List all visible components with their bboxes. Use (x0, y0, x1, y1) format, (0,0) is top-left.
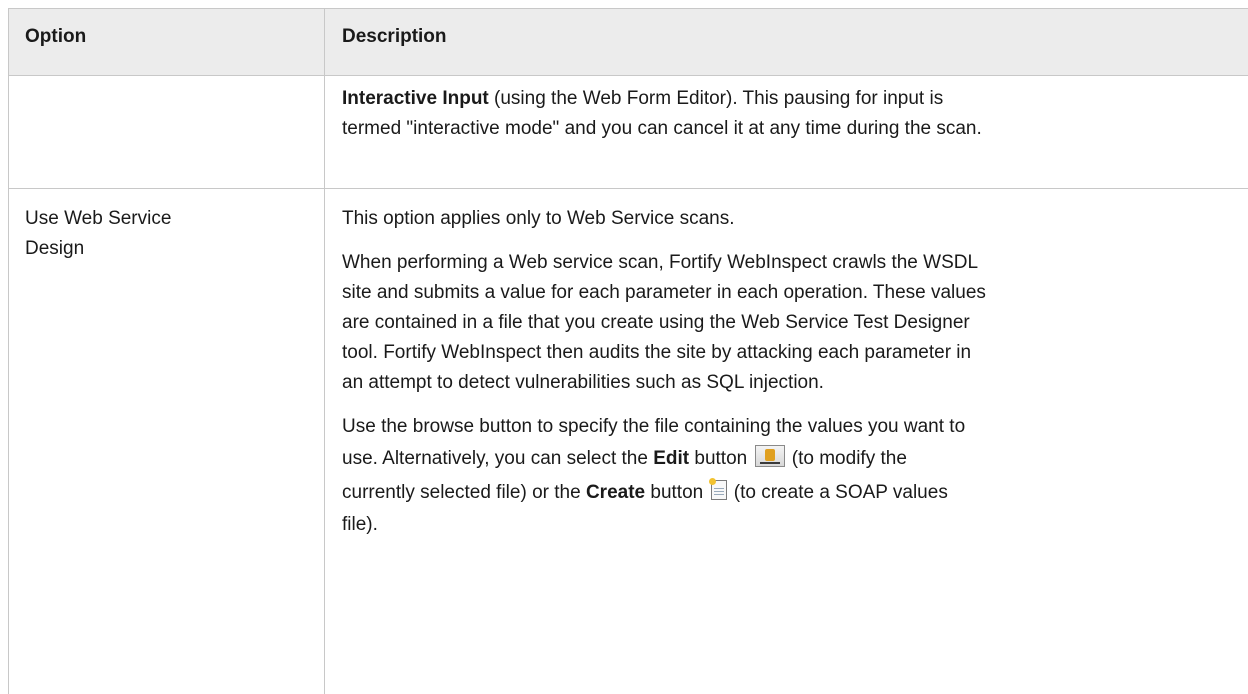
row1-line1: Interactive Input (using the Web Form Ed… (342, 88, 944, 109)
row2-p2-l1: When performing a Web service scan, Fort… (342, 252, 979, 273)
table-header: Option Description (9, 8, 1248, 76)
create-term: Create (585, 482, 646, 503)
row1-description: Interactive Input (using the Web Form Ed… (342, 84, 1242, 144)
row2-p3-l3: currently selected file) or the Create b… (342, 478, 948, 503)
row2-p2-l2: site and submits a value for each parame… (342, 282, 986, 303)
options-table: Option Description Interactive Input (us… (8, 8, 1248, 694)
interactive-input-term: Interactive Input (342, 88, 489, 109)
row2-p2-l3: are contained in a file that you create … (342, 312, 970, 333)
row2-p1: This option applies only to Web Service … (342, 208, 735, 229)
row2-p3-l1: Use the browse button to specify the fil… (342, 416, 966, 437)
create-soap-values-icon (708, 478, 727, 500)
header-option: Option (25, 26, 87, 47)
row2-p3-l2: use. Alternatively, you can select the E… (342, 442, 1242, 476)
row2-p2-l5: an attempt to detect vulnerabilities suc… (342, 372, 824, 393)
header-description: Description (342, 26, 447, 47)
row2-option: Use Web Service Design (25, 208, 172, 259)
edit-soap-values-icon (754, 445, 785, 467)
table-row: Interactive Input (using the Web Form Ed… (9, 76, 1248, 189)
row2-p2-l4: tool. Fortify WebInspect then audits the… (342, 342, 972, 363)
row1-line2: termed "interactive mode" and you can ca… (342, 118, 982, 139)
row2-p3-l4: file). (342, 514, 378, 535)
edit-term: Edit (653, 448, 690, 469)
row2-description: This option applies only to Web Service … (342, 204, 1242, 540)
